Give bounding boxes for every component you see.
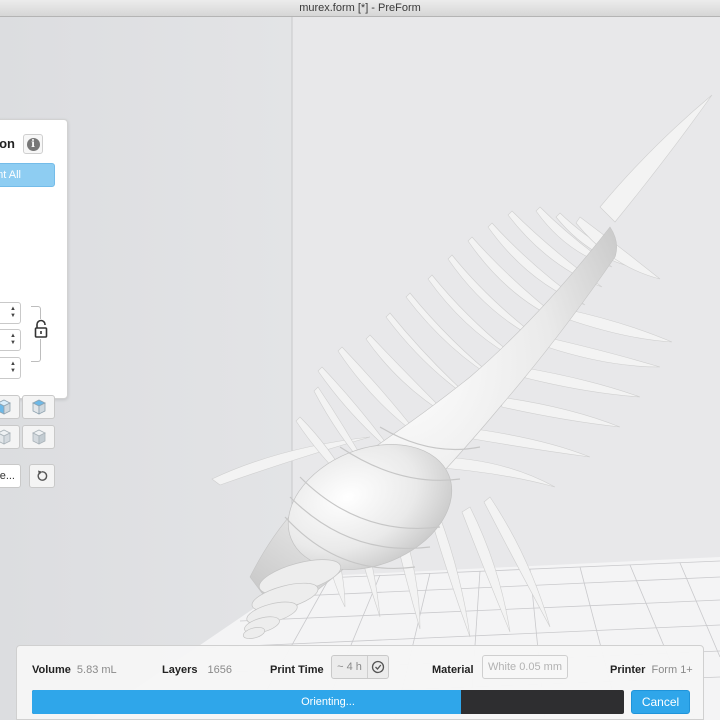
view-front-button[interactable] bbox=[0, 395, 20, 419]
material-label: Material bbox=[432, 664, 474, 676]
material-stat: Material bbox=[432, 664, 474, 676]
cube-front-icon bbox=[0, 399, 11, 415]
volume-value: 5.83 mL bbox=[76, 664, 117, 676]
print-time-value: ~ 4 h bbox=[332, 656, 368, 678]
info-icon: i bbox=[26, 137, 40, 151]
scene-canvas[interactable] bbox=[0, 17, 720, 720]
reset-icon bbox=[37, 470, 48, 481]
orient-all-button[interactable]: nt All bbox=[0, 163, 55, 187]
info-button[interactable]: i bbox=[23, 134, 43, 154]
volume-stat: Volume 5.83 mL bbox=[32, 664, 117, 676]
window-title: murex.form [*] - PreForm bbox=[299, 2, 421, 14]
panel-title: on bbox=[0, 136, 15, 151]
stepper-arrows-icon: ▲ ▼ bbox=[10, 333, 16, 346]
lock-toggle[interactable] bbox=[33, 319, 49, 339]
view-left-button[interactable] bbox=[0, 425, 20, 449]
layers-label: Layers bbox=[162, 664, 198, 676]
cube-left-icon bbox=[0, 429, 11, 445]
print-time-estimate-button[interactable] bbox=[369, 659, 387, 675]
cancel-button[interactable]: Cancel bbox=[631, 690, 690, 714]
3d-viewport[interactable]: on i nt All ▲▼ ▲▼ ▲▼ bbox=[0, 17, 720, 720]
view-top-button[interactable] bbox=[22, 395, 55, 419]
print-time-stat: Print Time bbox=[270, 664, 324, 676]
cube-top-icon bbox=[31, 399, 46, 415]
clock-check-icon bbox=[371, 660, 385, 674]
layers-stat: Layers 1656 bbox=[162, 664, 232, 676]
stepper-arrows-icon: ▲ ▼ bbox=[10, 306, 16, 319]
rotation-y-stepper[interactable]: ▲ ▼ bbox=[0, 329, 21, 351]
layers-value: 1656 bbox=[207, 664, 232, 676]
printer-value: Form 1+ bbox=[651, 664, 693, 676]
window-titlebar: murex.form [*] - PreForm bbox=[0, 0, 720, 17]
orienting-progress-bar: Orienting... bbox=[32, 690, 624, 714]
volume-label: Volume bbox=[32, 664, 71, 676]
cube-back-icon bbox=[31, 429, 46, 445]
rotation-x-stepper[interactable]: ▲ ▼ bbox=[0, 302, 21, 324]
printer-label: Printer bbox=[610, 664, 646, 676]
more-options-button[interactable]: e... bbox=[0, 464, 21, 488]
stepper-arrows-icon: ▲ ▼ bbox=[10, 361, 16, 374]
print-time-field[interactable]: ~ 4 h bbox=[331, 655, 389, 679]
rotation-z-stepper[interactable]: ▲ ▼ bbox=[0, 357, 21, 379]
print-time-label: Print Time bbox=[270, 664, 324, 676]
view-back-button[interactable] bbox=[22, 425, 55, 449]
print-status-bar: Volume 5.83 mL Layers 1656 Print Time ~ 4 … bbox=[16, 645, 704, 720]
orientation-panel: on i nt All ▲▼ ▲▼ ▲▼ bbox=[0, 119, 68, 488]
lock-icon bbox=[34, 319, 48, 338]
printer-stat: Printer Form 1+ bbox=[610, 664, 693, 676]
material-select[interactable]: White 0.05 mm bbox=[482, 655, 568, 679]
reset-orientation-button[interactable] bbox=[29, 464, 55, 488]
progress-label: Orienting... bbox=[301, 696, 355, 708]
